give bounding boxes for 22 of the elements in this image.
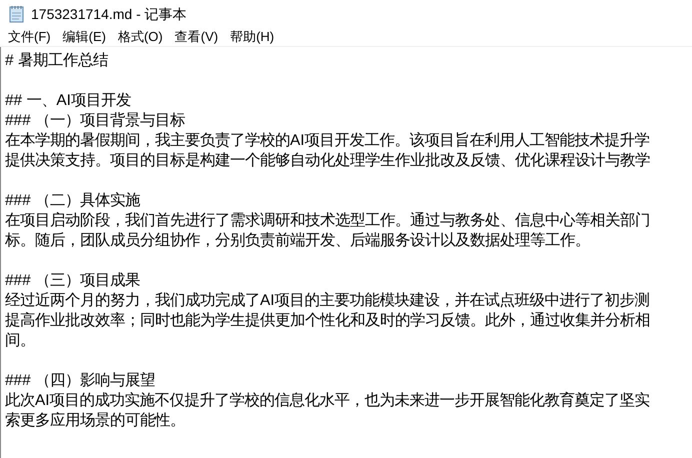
text-line: ### （三）项目成果 <box>5 271 140 291</box>
text-line: # 暑期工作总结 <box>5 51 108 71</box>
text-line: ## 一、AI项目开发 <box>5 91 131 111</box>
window-title: 1753231714.md - 记事本 <box>31 4 187 24</box>
menu-item[interactable]: 编辑(E) <box>56 27 112 47</box>
text-line: 标。随后，团队成员分组协作，分别负责前端开发、后端服务设计以及数据处理等工作。 <box>5 231 590 251</box>
text-line: ### （二）具体实施 <box>5 191 140 211</box>
menu-item[interactable]: 查看(V) <box>168 27 224 47</box>
text-line: 在本学期的暑假期间，我主要负责了学校的AI项目开发工作。该项目旨在利用人工智能技术提升学 <box>5 131 650 151</box>
text-line: 提供决策支持。项目的目标是构建一个能够自动化处理学生作业批改及反馈、优化课程设计与教学 <box>5 151 650 171</box>
text-line: ### （一）项目背景与目标 <box>5 111 185 131</box>
menu-item[interactable]: 帮助(H) <box>224 27 280 47</box>
menu-item[interactable]: 文件(F) <box>2 27 57 47</box>
text-line: 经过近两个月的努力，我们成功完成了AI项目的主要功能模块建设，并在试点班级中进行了初步测 <box>5 291 650 311</box>
text-line: 提高作业批改效率；同时也能为学生提供更加个性化和及时的学习反馈。此外，通过收集并分析相 <box>5 311 650 331</box>
text-line: 在项目启动阶段，我们首先进行了需求调研和技术选型工作。通过与教务处、信息中心等相关部门 <box>5 211 650 231</box>
text-line: 此次AI项目的成功实施不仅提升了学校的信息化水平，也为未来进一步开展智能化教育奠定了坚实 <box>5 391 650 411</box>
notepad-icon <box>9 5 25 23</box>
text-line: ### （四）影响与展望 <box>5 371 155 391</box>
menu-item[interactable]: 格式(O) <box>112 27 169 47</box>
text-line: 间。 <box>5 331 35 351</box>
text-line: 索更多应用场景的可能性。 <box>5 411 185 431</box>
